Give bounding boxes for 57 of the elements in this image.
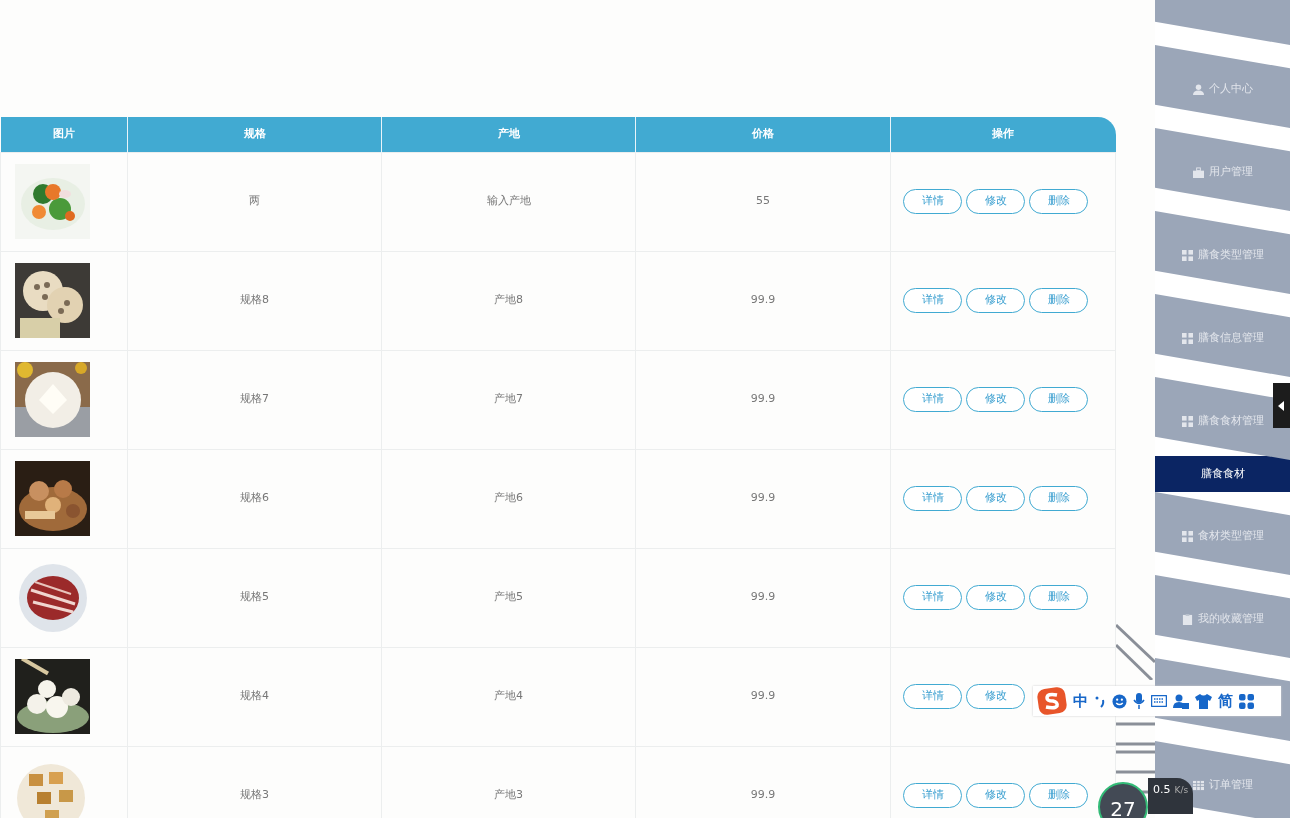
sidebar-item[interactable]: 个人中心 [1155,45,1290,128]
action-button[interactable]: 删除 [1029,585,1088,610]
action-button[interactable]: 修改 [966,783,1025,808]
column-header: 规格 [127,117,382,152]
sidebar-item[interactable]: 膳食信息管理 [1155,294,1290,377]
table-cell: 99.9 [635,449,891,548]
table-cell: 产地7 [381,350,636,449]
input-mode-toggle[interactable]: 中 [1073,689,1088,713]
table-cell: 两 [127,152,382,251]
table-cell: 99.9 [635,746,891,818]
table-cell: 输入产地 [381,152,636,251]
table-cell: 55 [635,152,891,251]
action-button[interactable]: 删除 [1029,486,1088,511]
column-header: 图片 [0,117,128,152]
column-header: 价格 [635,117,891,152]
table-cell: 规格7 [127,350,382,449]
script-toggle[interactable]: 简 [1218,689,1233,713]
sidebar-item[interactable]: 用户管理 [1155,128,1290,211]
table-cell: 规格4 [127,647,382,746]
table-cell: 产地6 [381,449,636,548]
column-header: 产地 [381,117,636,152]
network-speed: 0.5 K/s [1148,778,1194,814]
action-button[interactable]: 修改 [966,288,1025,313]
table-cell: 规格5 [127,548,382,647]
table-cell: 产地3 [381,746,636,818]
table-cell: 产地8 [381,251,636,350]
sidebar-item[interactable]: 食材类型管理 [1155,492,1290,575]
action-button[interactable]: 修改 [966,387,1025,412]
action-button[interactable]: 删除 [1029,288,1088,313]
action-button[interactable]: 详情 [903,684,962,709]
action-button[interactable]: 详情 [903,189,962,214]
table-cell: 产地5 [381,548,636,647]
action-button[interactable]: 删除 [1029,189,1088,214]
column-header: 操作 [890,117,1116,152]
sidebar-item[interactable]: 我的收藏管理 [1155,575,1290,658]
action-button[interactable]: 详情 [903,783,962,808]
table-cell: 规格3 [127,746,382,818]
action-button[interactable]: 详情 [903,585,962,610]
action-button[interactable]: 删除 [1029,783,1088,808]
sidebar-item[interactable]: 膳食食材 [1155,456,1290,492]
sidebar-item[interactable]: 膳食类型管理 [1155,211,1290,294]
action-button[interactable]: 修改 [966,486,1025,511]
action-button[interactable]: 详情 [903,288,962,313]
action-button[interactable]: 修改 [966,585,1025,610]
action-button[interactable]: 修改 [966,189,1025,214]
table-cell: 规格6 [127,449,382,548]
action-button[interactable]: 详情 [903,387,962,412]
table-cell: 99.9 [635,548,891,647]
usage-gauge: 27 [1098,782,1148,818]
action-button[interactable]: 删除 [1029,387,1088,412]
table-cell: 规格8 [127,251,382,350]
table-cell: 99.9 [635,647,891,746]
action-button[interactable]: 详情 [903,486,962,511]
table-cell: 99.9 [635,350,891,449]
action-button[interactable]: 修改 [966,684,1025,709]
table-cell: 产地4 [381,647,636,746]
table-cell: 99.9 [635,251,891,350]
